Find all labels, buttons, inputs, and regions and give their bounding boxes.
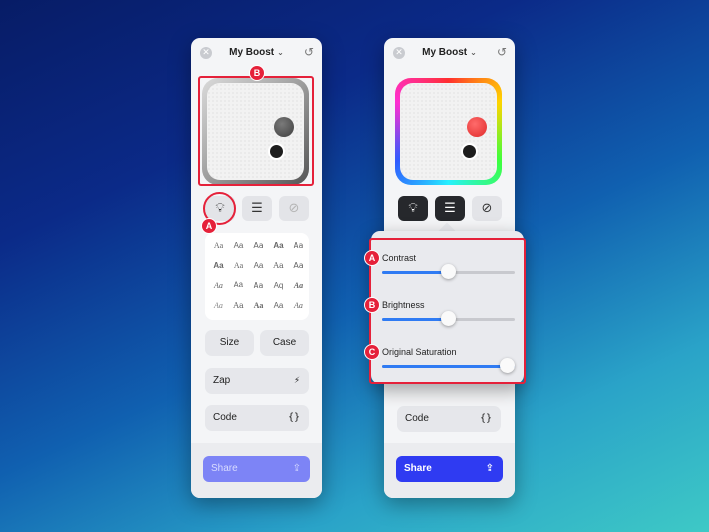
braces-icon: {} [287, 412, 300, 423]
color-preview[interactable] [395, 78, 502, 185]
zap-button[interactable]: Zap ⚡ [205, 368, 309, 394]
size-button-label: Size [219, 337, 240, 348]
font-option[interactable]: Aa [288, 281, 309, 290]
share-icon: ⇪ [485, 463, 494, 474]
font-option[interactable]: Aa [208, 281, 229, 290]
font-option[interactable]: Aa [288, 301, 309, 310]
code-button[interactable]: Code {} [205, 405, 309, 431]
code-button-label: Code [405, 413, 429, 424]
zap-button-label: Zap [213, 375, 231, 386]
sliders-icon[interactable]: ☰ [242, 196, 272, 221]
font-picker-grid: Aa Aa Aa Aa Aa Aa Aa Aa Aa Aa Aa Aa Aa A… [205, 233, 309, 320]
share-bar: Share ⇪ [191, 443, 322, 498]
share-button[interactable]: Share ⇪ [396, 456, 503, 482]
boost-title: My Boost [422, 47, 468, 58]
annotation-badge: A [201, 218, 217, 234]
code-button-label: Code [213, 412, 237, 423]
annotation-badge: B [249, 65, 265, 81]
share-bar: Share ⇪ [384, 443, 515, 498]
share-button-label: Share [404, 463, 432, 474]
font-option[interactable]: Aa [248, 241, 269, 250]
case-button-label: Case [272, 337, 297, 348]
preview-canvas [400, 83, 497, 180]
boost-title-dropdown[interactable]: My Boost ⌄ [191, 47, 322, 58]
code-button[interactable]: Code {} [397, 406, 501, 432]
font-option[interactable]: Aa [248, 281, 269, 290]
font-option[interactable]: Aa [228, 261, 249, 270]
braces-icon: {} [479, 413, 492, 424]
lightning-icon: ⚡ [293, 375, 300, 386]
font-option[interactable]: Aq [268, 281, 289, 290]
font-option[interactable]: Aa [268, 261, 289, 270]
annotation-box-preview [198, 76, 314, 186]
annotation-badge: B [364, 297, 380, 313]
undo-icon[interactable]: ↺ [304, 45, 314, 59]
font-option[interactable]: Aa [228, 281, 249, 290]
boost-title-dropdown[interactable]: My Boost ⌄ [384, 47, 515, 58]
annotation-badge: A [364, 250, 380, 266]
no-symbol-icon[interactable]: ⊘ [279, 196, 309, 221]
share-icon: ⇪ [292, 463, 301, 474]
share-button-label: Share [211, 463, 238, 474]
panel-header: ✕ My Boost ⌄ ↺ [384, 38, 515, 68]
font-option[interactable]: Aa [248, 261, 269, 270]
chevron-down-icon: ⌄ [470, 48, 477, 57]
font-option[interactable]: Aa [208, 261, 229, 270]
chevron-down-icon: ⌄ [277, 48, 284, 57]
panel-header: ✕ My Boost ⌄ ↺ [191, 38, 322, 68]
font-option[interactable]: Aa [248, 301, 269, 310]
font-option[interactable]: Aa [208, 241, 229, 250]
undo-icon[interactable]: ↺ [497, 45, 507, 59]
font-option[interactable]: Aa [208, 301, 229, 310]
annotation-badge: C [364, 344, 380, 360]
text-color-dot[interactable] [461, 143, 478, 160]
share-button[interactable]: Share ⇪ [203, 456, 310, 482]
boost-title: My Boost [229, 47, 275, 58]
case-button[interactable]: Case [260, 330, 309, 356]
lightbulb-icon[interactable]: 💡︎ [398, 196, 428, 221]
annotation-box-sliders [369, 238, 526, 384]
font-option[interactable]: Aa [228, 241, 249, 250]
font-option[interactable]: Aa [268, 241, 289, 250]
font-option[interactable]: Aa [288, 261, 309, 270]
accent-color-dot[interactable] [467, 117, 487, 137]
sliders-icon[interactable]: ☰ [435, 196, 465, 221]
font-option[interactable]: Aa [268, 301, 289, 310]
font-option[interactable]: Aa [228, 301, 249, 310]
no-symbol-icon[interactable]: ⊘ [472, 196, 502, 221]
font-option[interactable]: Aa [288, 241, 309, 250]
size-button[interactable]: Size [205, 330, 254, 356]
